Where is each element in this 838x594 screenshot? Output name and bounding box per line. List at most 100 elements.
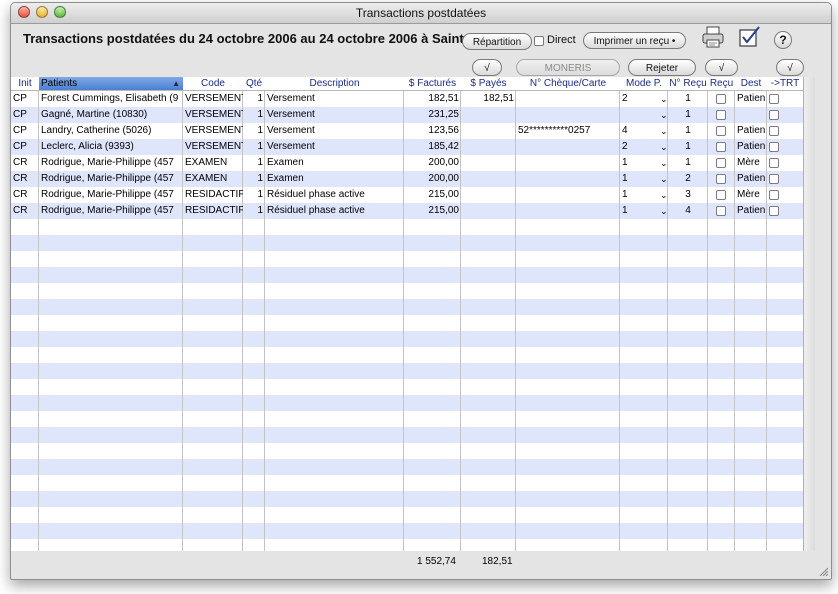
popup-arrow-icon[interactable]: ⌄ <box>660 142 668 153</box>
checklist-icon[interactable] <box>738 25 762 49</box>
cell-description: Versement <box>267 109 315 120</box>
cell-cheque: 52**********0257 <box>518 125 591 136</box>
cell-dest: Mère <box>737 189 760 200</box>
cell-description: Résiduel phase active <box>267 205 365 216</box>
trt-checkbox[interactable] <box>769 190 779 200</box>
recu-checkbox[interactable] <box>716 158 726 168</box>
cell-cheque <box>516 155 620 171</box>
table-row[interactable]: CR Rodrigue, Marie-Philippe (457 EXAMEN 1 Ex… <box>11 155 803 171</box>
moneris-button[interactable]: MONERIS <box>516 59 620 76</box>
row-stripe <box>11 379 803 395</box>
popup-arrow-icon[interactable]: ⌄ <box>660 110 668 121</box>
trt-checkbox[interactable] <box>769 126 779 136</box>
printer-icon[interactable] <box>701 25 725 49</box>
cell-cheque <box>516 171 620 187</box>
validate-recu-button[interactable]: √ <box>705 59 738 76</box>
header-col-mode[interactable]: Mode P. <box>620 77 668 90</box>
popup-arrow-icon[interactable]: ⌄ <box>660 190 668 201</box>
cell-description: Versement <box>267 141 315 152</box>
rejeter-button[interactable]: Rejeter <box>628 59 696 76</box>
sort-ascending-icon: ▲ <box>172 79 180 88</box>
window-title: Transactions postdatées <box>355 6 487 20</box>
row-stripe <box>11 427 803 443</box>
transactions-table: Init Patients ▲ Code Qté Description $ Facturé… <box>11 77 803 551</box>
header-col-cheque[interactable]: N° Chèque/Carte <box>516 77 620 90</box>
row-stripe <box>11 315 803 331</box>
resize-grip-icon[interactable] <box>818 566 828 576</box>
cell-init: CP <box>13 125 27 136</box>
popup-arrow-icon[interactable]: ⌄ <box>660 94 668 105</box>
row-stripe <box>11 523 803 539</box>
validate-trt-button[interactable]: √ <box>776 59 804 76</box>
table-row[interactable]: CP Landry, Catherine (5026) VERSEMENT 1 Vers… <box>11 123 803 139</box>
cell-patients: Gagné, Martine (10830) <box>41 109 148 120</box>
table-row[interactable]: CR Rodrigue, Marie-Philippe (457 RESIDACTI… <box>11 203 803 219</box>
header-col-recu-no[interactable]: N° Reçu <box>668 77 708 90</box>
cell-qte: 1 <box>257 109 263 120</box>
cell-code: VERSEMENT <box>185 109 243 120</box>
row-stripe <box>11 251 803 267</box>
cell-patients: Rodrigue, Marie-Philippe (457 <box>41 189 174 200</box>
recu-checkbox[interactable] <box>716 110 726 120</box>
trt-checkbox[interactable] <box>769 142 779 152</box>
trt-checkbox[interactable] <box>769 174 779 184</box>
header-col-factures[interactable]: $ Facturés <box>404 77 461 90</box>
header-col-payes[interactable]: $ Payés <box>461 77 516 90</box>
header-label: N° Reçu <box>669 78 707 89</box>
help-button[interactable]: ? <box>774 31 792 49</box>
direct-checkbox[interactable] <box>534 36 544 46</box>
trt-checkbox[interactable] <box>769 110 779 120</box>
header-label: Patients <box>41 78 78 89</box>
popup-arrow-icon[interactable]: ⌄ <box>660 126 668 137</box>
popup-arrow-icon[interactable]: ⌄ <box>660 158 668 169</box>
table-row[interactable]: CP Leclerc, Alicia (9393) VERSEMENT 1 Versem… <box>11 139 803 155</box>
header-col-init[interactable]: Init <box>11 77 39 90</box>
cell-description: Versement <box>267 125 315 136</box>
header-label: Init <box>18 78 32 89</box>
cell-cheque <box>516 203 620 219</box>
row-stripe <box>11 539 803 551</box>
repartition-button[interactable]: Répartition <box>462 33 532 50</box>
header-col-trt[interactable]: ->TRT <box>767 77 803 90</box>
cell-recu-no: 1 <box>685 141 691 152</box>
row-stripe <box>11 363 803 379</box>
trt-checkbox[interactable] <box>769 158 779 168</box>
header-col-code[interactable]: Code <box>183 77 243 90</box>
title-bar[interactable]: Transactions postdatées <box>11 3 831 24</box>
cell-qte: 1 <box>257 173 263 184</box>
recu-checkbox[interactable] <box>716 174 726 184</box>
cell-patients: Rodrigue, Marie-Philippe (457 <box>41 173 174 184</box>
header-col-recu[interactable]: Reçu <box>708 77 735 90</box>
imprimer-recu-button[interactable]: Imprimer un reçu • <box>583 32 686 49</box>
popup-arrow-icon[interactable]: ⌄ <box>660 174 668 185</box>
cell-dest: Mère <box>737 157 760 168</box>
recu-checkbox[interactable] <box>716 94 726 104</box>
header-col-qte[interactable]: Qté <box>243 77 265 90</box>
recu-checkbox[interactable] <box>716 126 726 136</box>
trt-checkbox[interactable] <box>769 94 779 104</box>
vertical-scrollbar[interactable] <box>803 77 815 551</box>
cell-dest: Patien <box>737 125 766 136</box>
header-col-patients[interactable]: Patients ▲ <box>39 77 183 90</box>
recu-checkbox[interactable] <box>716 206 726 216</box>
row-stripe <box>11 395 803 411</box>
cell-code: EXAMEN <box>185 157 228 168</box>
cell-qte: 1 <box>257 189 263 200</box>
table-row[interactable]: CR Rodrigue, Marie-Philippe (457 EXAMEN 1 Ex… <box>11 171 803 187</box>
cell-recu-no: 1 <box>685 157 691 168</box>
trt-checkbox[interactable] <box>769 206 779 216</box>
table-row[interactable]: CP Forest Cummings, Elisabeth (9 VERSEMENT… <box>11 91 803 107</box>
validate-payes-button[interactable]: √ <box>472 59 502 76</box>
row-stripe <box>11 267 803 283</box>
row-stripe <box>11 491 803 507</box>
recu-checkbox[interactable] <box>716 142 726 152</box>
cell-cheque <box>516 187 620 203</box>
table-row[interactable]: CP Gagné, Martine (10830) VERSEMENT 1 Versem… <box>11 107 803 123</box>
cell-description: Examen <box>267 173 304 184</box>
header-col-dest[interactable]: Dest <box>735 77 767 90</box>
table-row[interactable]: CR Rodrigue, Marie-Philippe (457 RESIDACTI… <box>11 187 803 203</box>
header-col-description[interactable]: Description <box>265 77 404 90</box>
recu-checkbox[interactable] <box>716 190 726 200</box>
total-factures: 1 552,74 <box>417 556 456 567</box>
popup-arrow-icon[interactable]: ⌄ <box>660 206 668 217</box>
